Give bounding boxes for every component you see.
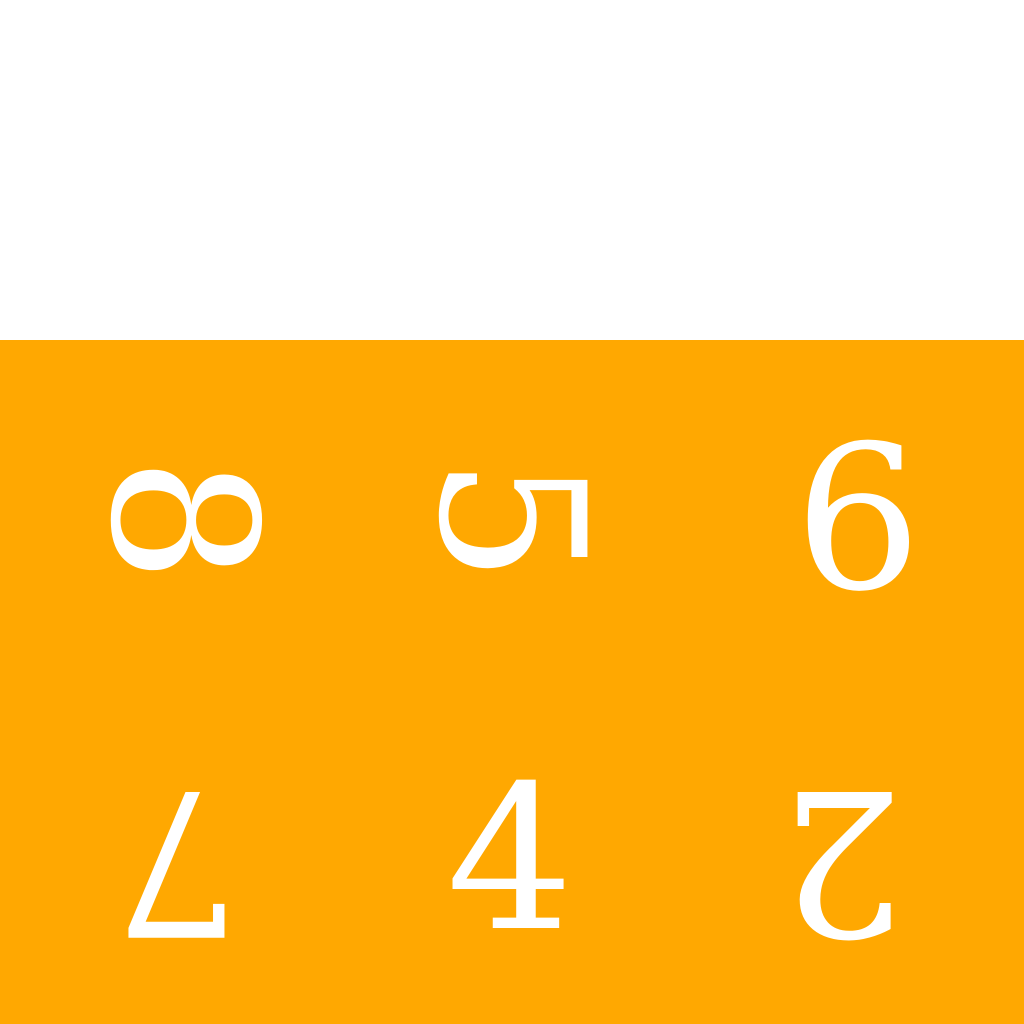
digit-tile-2[interactable]: 5 [390,400,630,640]
digit-board: 8 5 6 7 4 2 [0,340,1024,1024]
digit-tile-3[interactable]: 6 [738,400,978,640]
digit-glyph: 2 [778,744,906,977]
digit-glyph: 4 [446,743,574,976]
game-screen: 8 5 6 7 4 2 [0,0,1024,1024]
digit-tile-5[interactable]: 4 [390,740,630,980]
digit-glyph: 7 [114,744,242,977]
header-area [0,0,1024,340]
digit-tile-1[interactable]: 8 [62,400,302,640]
digit-glyph: 6 [794,403,922,636]
digit-tile-6[interactable]: 2 [722,740,962,980]
digit-glyph: 8 [66,456,299,584]
digit-tile-4[interactable]: 7 [58,740,298,980]
digit-glyph: 5 [394,456,627,584]
